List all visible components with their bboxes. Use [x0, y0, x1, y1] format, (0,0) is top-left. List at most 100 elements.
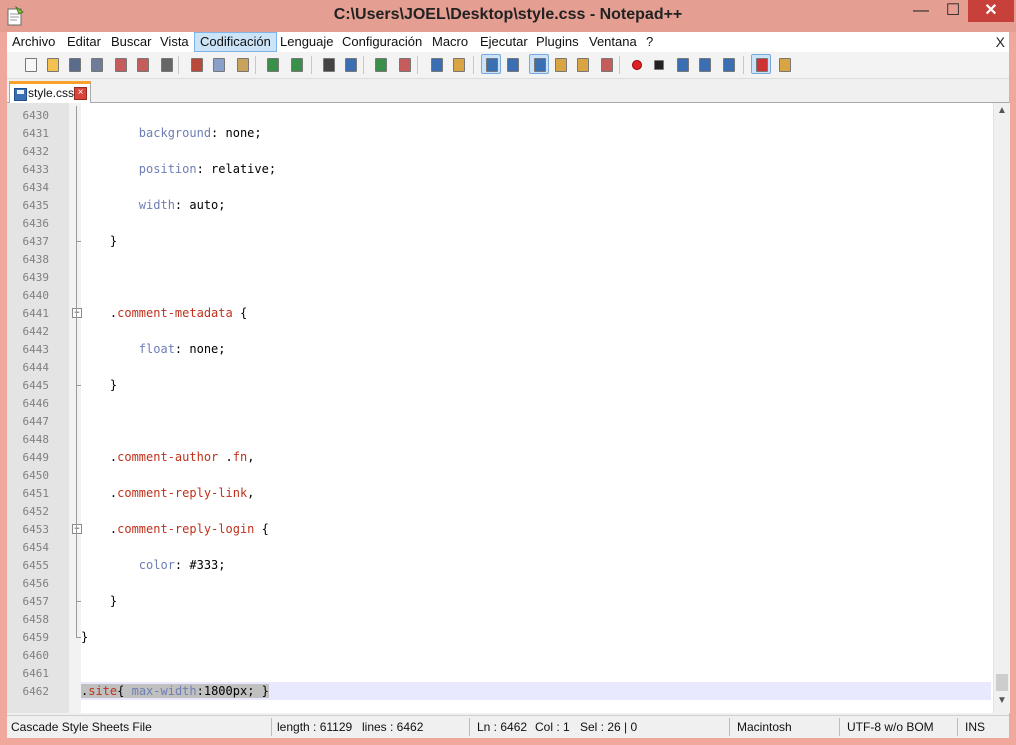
code-line[interactable]: } [81, 628, 88, 646]
saved-file-icon [14, 88, 27, 101]
redo-icon[interactable] [287, 55, 305, 73]
menu-archivo[interactable]: Archivo [7, 33, 60, 51]
line-number: 6433 [22, 163, 50, 176]
code-token: . [218, 450, 233, 464]
menu-editar[interactable]: Editar [62, 33, 106, 51]
save-macro-icon[interactable] [719, 55, 737, 73]
menu-plugins[interactable]: Plugins [531, 33, 584, 51]
code-token: comment-metadata [117, 306, 233, 320]
close-window-button[interactable]: ✕ [968, 0, 1014, 22]
save-all-icon[interactable] [87, 55, 105, 73]
doc-map-icon[interactable] [573, 55, 591, 73]
word-wrap-icon[interactable] [481, 54, 501, 74]
line-number: 6453 [22, 523, 50, 536]
close-document-button[interactable]: X [996, 32, 1005, 52]
code-line[interactable]: } [81, 232, 117, 250]
code-token: } [81, 378, 118, 392]
code-line[interactable]: .site{ max-width:1800px; } [81, 682, 269, 700]
code-token: : #333; [174, 558, 226, 572]
spell-settings-icon[interactable] [775, 55, 793, 73]
menu-codificaci-n[interactable]: Codificación [194, 32, 277, 52]
maximize-button[interactable]: ☐ [938, 0, 968, 22]
menu-buscar[interactable]: Buscar [106, 33, 156, 51]
line-number: 6438 [22, 253, 50, 266]
cut-icon[interactable] [187, 55, 205, 73]
fold-margin[interactable] [69, 103, 81, 713]
zoom-in-icon[interactable] [371, 55, 389, 73]
vertical-scrollbar[interactable]: ▲ ▼ [993, 103, 1010, 713]
scroll-thumb[interactable] [996, 674, 1008, 691]
code-line[interactable]: .comment-author .fn, [81, 448, 255, 466]
toolbar-separator [743, 56, 744, 74]
code-line[interactable]: color: #333; [81, 556, 226, 574]
sync-horizontal-icon[interactable] [449, 55, 467, 73]
code-line[interactable]: .comment-reply-login { [81, 520, 269, 538]
app-window: Archivo Editar Buscar Vista Codificación Leng… [7, 32, 1010, 738]
menu-configuraci-n[interactable]: Configuración [337, 33, 427, 51]
zoom-out-icon[interactable] [395, 55, 413, 73]
new-file-icon[interactable] [21, 55, 39, 73]
code-line[interactable]: } [81, 592, 117, 610]
code-line[interactable]: } [81, 376, 117, 394]
code-token: . [81, 306, 118, 320]
spell-check-icon[interactable] [751, 54, 771, 74]
status-sel: Sel : 26 | 0 [580, 720, 638, 734]
line-number: 6437 [22, 235, 50, 248]
line-number: 6454 [22, 541, 50, 554]
close-icon[interactable] [111, 55, 129, 73]
tab-close-icon[interactable]: × [74, 87, 87, 100]
tab-style-css[interactable]: style.css × [9, 81, 91, 104]
status-length: length : 61129 [277, 720, 353, 734]
copy-icon[interactable] [209, 55, 227, 73]
menu-lenguaje[interactable]: Lenguaje [275, 33, 339, 51]
tab-bar: style.css × [7, 79, 1009, 104]
show-all-chars-icon[interactable] [503, 55, 521, 73]
paste-icon[interactable] [233, 55, 251, 73]
line-number: 6457 [22, 595, 50, 608]
minimize-button[interactable]: — [908, 0, 934, 22]
save-icon[interactable] [65, 55, 83, 73]
menu-help[interactable]: ? [641, 33, 658, 51]
code-line[interactable]: width: auto; [81, 196, 226, 214]
line-number: 6445 [22, 379, 50, 392]
tab-label: style.css [28, 86, 75, 100]
status-mode: INS [965, 720, 986, 734]
find-icon[interactable] [319, 55, 337, 73]
function-list-icon[interactable] [597, 55, 615, 73]
stop-macro-icon[interactable] [649, 55, 667, 73]
status-ln: Ln : 6462 [477, 720, 528, 734]
code-line[interactable]: background: none; [81, 124, 262, 142]
scroll-down-icon[interactable]: ▼ [994, 695, 1010, 709]
menu-vista[interactable]: Vista [155, 33, 194, 51]
code-token: : none; [211, 126, 262, 140]
indent-guide-icon[interactable] [529, 54, 549, 74]
code-token: { [232, 306, 248, 320]
print-icon[interactable] [157, 55, 175, 73]
menu-ejecutar[interactable]: Ejecutar [475, 33, 533, 51]
code-line[interactable]: position: relative; [81, 160, 276, 178]
window-title: C:\Users\JOEL\Desktop\style.css - Notepa… [333, 6, 683, 23]
user-language-icon[interactable] [551, 55, 569, 73]
line-number: 6446 [22, 397, 50, 410]
code-area[interactable]: background: none; position: relative; wi… [81, 103, 991, 713]
sync-vertical-icon[interactable] [427, 55, 445, 73]
menu-ventana[interactable]: Ventana [584, 33, 642, 51]
open-file-icon[interactable] [43, 55, 61, 73]
code-token: site [88, 684, 118, 698]
code-line[interactable]: float: none; [81, 340, 226, 358]
line-number: 6459 [22, 631, 50, 644]
menu-macro[interactable]: Macro [427, 33, 473, 51]
code-line[interactable]: .comment-metadata { [81, 304, 247, 322]
status-eol[interactable]: Macintosh [737, 720, 792, 734]
code-editor[interactable]: 6430 6431 6432 6433 6434 6435 6436 6437 6438 6439… [7, 103, 1010, 713]
line-number: 6450 [22, 469, 50, 482]
run-macro-multiple-icon[interactable] [695, 55, 713, 73]
record-macro-icon[interactable] [627, 55, 645, 73]
close-all-icon[interactable] [133, 55, 151, 73]
scroll-up-icon[interactable]: ▲ [994, 105, 1010, 119]
play-macro-icon[interactable] [673, 55, 691, 73]
line-number: 6434 [22, 181, 50, 194]
undo-icon[interactable] [263, 55, 281, 73]
code-line[interactable]: .comment-reply-link, [81, 484, 255, 502]
replace-icon[interactable] [341, 55, 359, 73]
